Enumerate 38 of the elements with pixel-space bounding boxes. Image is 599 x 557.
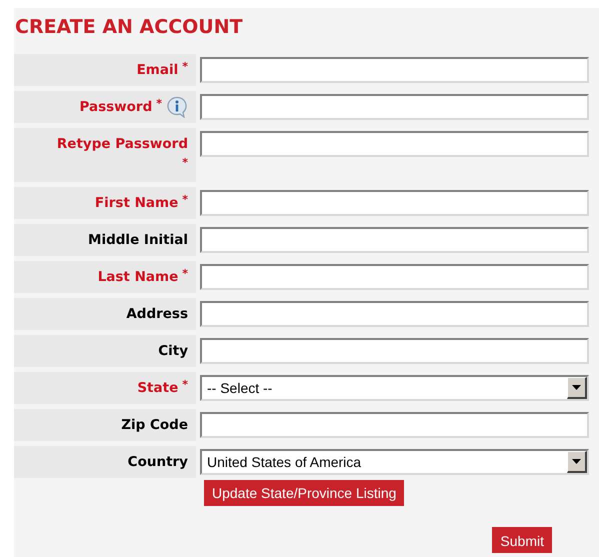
required-mark: * bbox=[182, 266, 188, 282]
field-label: Last Name bbox=[98, 268, 178, 287]
input-field[interactable] bbox=[200, 227, 589, 253]
info-icon[interactable] bbox=[166, 96, 188, 118]
field-label: Middle Initial bbox=[88, 231, 188, 250]
dropdown-field[interactable]: United States of America bbox=[200, 449, 589, 475]
input-field[interactable] bbox=[200, 190, 589, 216]
submit-button[interactable]: Submit bbox=[492, 527, 552, 553]
page-title: CREATE AN ACCOUNT bbox=[14, 15, 243, 40]
required-mark: * bbox=[182, 192, 188, 208]
input-field[interactable] bbox=[200, 57, 589, 83]
field-label: City bbox=[158, 342, 188, 361]
dropdown-arrow-button[interactable] bbox=[567, 451, 587, 473]
input-field[interactable] bbox=[200, 131, 589, 157]
required-mark: * bbox=[156, 96, 162, 112]
field-label: State bbox=[137, 379, 178, 398]
selected-option: United States of America bbox=[202, 452, 567, 472]
input-field[interactable] bbox=[200, 94, 589, 120]
input-field[interactable] bbox=[200, 264, 589, 290]
field-label: Retype Password bbox=[56, 135, 188, 154]
field-label: Country bbox=[128, 453, 188, 472]
input-field[interactable] bbox=[200, 412, 589, 438]
required-mark: * bbox=[182, 155, 188, 171]
caret-icon bbox=[572, 385, 581, 390]
field-label: First Name bbox=[94, 194, 178, 213]
dropdown-field[interactable]: -- Select -- bbox=[200, 375, 589, 401]
field-label: Zip Code bbox=[121, 416, 188, 435]
field-label: Email bbox=[136, 61, 178, 80]
required-mark: * bbox=[182, 377, 188, 393]
caret-icon bbox=[572, 459, 581, 464]
selected-option: -- Select -- bbox=[202, 378, 567, 398]
input-field[interactable] bbox=[200, 301, 589, 327]
update-listing-button[interactable]: Update State/Province Listing bbox=[204, 480, 404, 506]
field-label: Address bbox=[126, 305, 188, 324]
field-label: Password bbox=[79, 98, 152, 117]
required-mark: * bbox=[182, 59, 188, 75]
dropdown-arrow-button[interactable] bbox=[567, 377, 587, 399]
input-field[interactable] bbox=[200, 338, 589, 364]
